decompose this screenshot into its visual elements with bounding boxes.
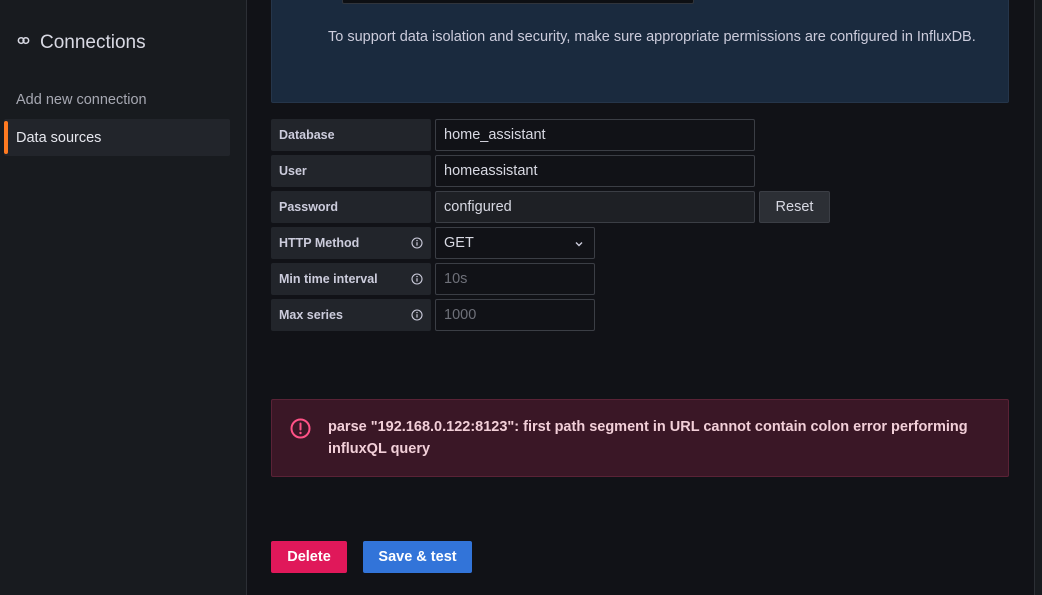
sidebar-header: Connections — [16, 31, 146, 55]
cutoff-input — [342, 0, 694, 4]
max-series-label: Max series — [271, 299, 431, 331]
error-message: parse "192.168.0.122:8123": first path s… — [328, 419, 968, 457]
info-circle-icon[interactable] — [411, 237, 423, 249]
user-label-text: User — [279, 164, 307, 178]
password-label: Password — [271, 191, 431, 223]
database-label: Database — [271, 119, 431, 151]
password-label-text: Password — [279, 200, 339, 214]
http-method-label-text: HTTP Method — [279, 236, 360, 250]
reset-button[interactable]: Reset — [759, 191, 830, 223]
sidebar-item-add-new-connection[interactable]: Add new connection — [4, 81, 230, 118]
database-label-text: Database — [279, 128, 335, 142]
info-alert: To support data isolation and security, … — [271, 0, 1009, 103]
delete-button[interactable]: Delete — [271, 541, 347, 573]
user-input[interactable]: homeassistant — [435, 155, 755, 187]
sidebar-item-label: Data sources — [16, 129, 102, 146]
password-input[interactable]: configured — [435, 191, 755, 223]
sidebar-item-data-sources[interactable]: Data sources — [4, 119, 230, 156]
error-circle-icon — [290, 418, 311, 439]
info-text: To support data isolation and security, … — [328, 29, 976, 45]
main-content: To support data isolation and security, … — [248, 0, 1034, 595]
connections-icon — [16, 32, 31, 54]
info-circle-icon[interactable] — [411, 273, 423, 285]
http-method-label: HTTP Method — [271, 227, 431, 259]
save-test-button[interactable]: Save & test — [363, 541, 472, 573]
min-time-interval-label: Min time interval — [271, 263, 431, 295]
sidebar: Connections Add new connection Data sour… — [0, 0, 247, 595]
min-time-interval-label-text: Min time interval — [279, 272, 378, 286]
sidebar-item-label: Add new connection — [16, 91, 147, 108]
info-circle-icon[interactable] — [411, 309, 423, 321]
min-time-interval-input[interactable]: 10s — [435, 263, 595, 295]
user-label: User — [271, 155, 431, 187]
vertical-scrollbar[interactable] — [1034, 0, 1042, 595]
error-alert: parse "192.168.0.122:8123": first path s… — [271, 399, 1009, 477]
http-method-select[interactable]: GET — [435, 227, 595, 259]
http-method-value: GET — [444, 235, 474, 251]
sidebar-title: Connections — [40, 32, 146, 53]
max-series-label-text: Max series — [279, 308, 343, 322]
chevron-down-icon — [575, 242, 583, 247]
max-series-input[interactable]: 1000 — [435, 299, 595, 331]
database-input[interactable]: home_assistant — [435, 119, 755, 151]
